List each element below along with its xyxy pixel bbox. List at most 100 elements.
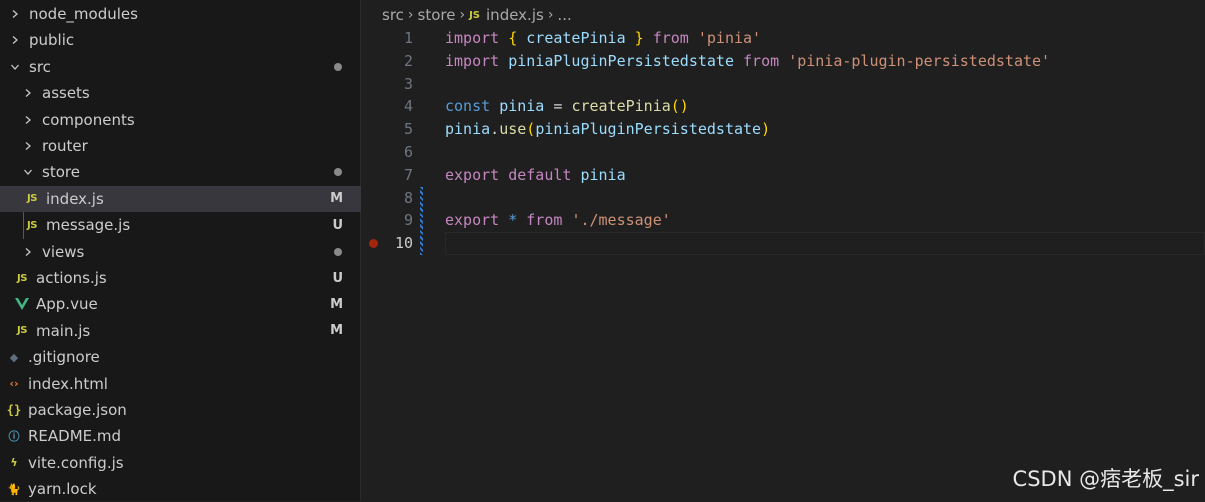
chevron-right-icon[interactable] <box>8 27 22 53</box>
explorer-item-readme-md[interactable]: ⓘ README.md <box>0 423 361 449</box>
line-number: 7 <box>403 165 413 184</box>
code-token: pinia <box>445 120 491 139</box>
explorer-item-label: src <box>29 57 51 76</box>
breadcrumb-src[interactable]: src <box>382 6 404 24</box>
info-icon: ⓘ <box>8 430 20 444</box>
line-number: 10 <box>394 234 413 253</box>
explorer-item-actions-js[interactable]: JS actions.js U <box>0 265 361 291</box>
explorer-item-label: assets <box>42 84 90 103</box>
code-token: createPinia <box>526 29 626 47</box>
explorer-item-gitignore[interactable]: ◆ .gitignore <box>0 344 361 370</box>
js-icon: JS <box>27 193 37 205</box>
code-token: from <box>743 51 780 70</box>
explorer-item-index-js[interactable]: JS index.js M <box>0 185 361 212</box>
code-text: export * from './message' <box>445 209 671 232</box>
chevron-right-icon: › <box>547 7 554 23</box>
explorer-item-package-json[interactable]: {} package.json <box>0 397 361 423</box>
code-line[interactable]: 4 const pinia = createPinia() <box>362 95 1205 118</box>
git-status-badge: M <box>330 191 343 207</box>
code-token: './message' <box>571 211 671 230</box>
code-text: import piniaPluginPersistedstate from 'p… <box>445 50 1050 73</box>
code-token: 'pinia' <box>697 29 762 47</box>
code-text: import { createPinia } from 'pinia' <box>445 27 761 50</box>
explorer-item-public[interactable]: public <box>0 27 361 53</box>
code-token: default <box>508 165 572 184</box>
code-line[interactable]: 2 import piniaPluginPersistedstate from '… <box>362 50 1205 73</box>
modified-dot-icon <box>334 168 342 177</box>
explorer-item-label: public <box>29 31 75 50</box>
html-icon: ‹› <box>9 377 19 391</box>
breadcrumb: src › store › JS index.js › ... <box>382 3 572 27</box>
line-number: 9 <box>403 211 413 230</box>
code-line[interactable]: 7 export default pinia <box>362 164 1205 187</box>
breadcrumb-store[interactable]: store <box>418 6 456 24</box>
explorer-sidebar: node_modulespublic src assets components rou… <box>0 0 361 501</box>
code-token: import <box>445 51 500 70</box>
breadcrumb-symbol[interactable]: ... <box>557 6 571 24</box>
watermark: CSDN @痞老板_sir <box>1012 467 1199 491</box>
vue-icon <box>14 298 30 311</box>
code-token: () <box>670 97 689 116</box>
explorer-item-label: index.html <box>28 374 108 393</box>
explorer-item-store[interactable]: store <box>0 159 361 185</box>
code-token: export <box>445 211 500 230</box>
explorer-item-components[interactable]: components <box>0 107 361 133</box>
explorer-item-yarn-lock[interactable]: 🐈 yarn.lock <box>0 476 361 502</box>
explorer-item-label: index.js <box>46 189 104 208</box>
explorer-item-app-vue[interactable]: App.vue M <box>0 291 361 317</box>
chevron-right-icon: › <box>407 7 414 23</box>
code-line[interactable]: 5 pinia.use(piniaPluginPersistedstate) <box>362 118 1205 141</box>
chevron-right-icon: › <box>459 7 466 23</box>
code-line[interactable]: 1 import { createPinia } from 'pinia' <box>362 27 1205 50</box>
chevron-right-icon[interactable] <box>21 107 35 133</box>
explorer-item-message-js[interactable]: JS message.js U <box>0 212 361 238</box>
git-status-badge: M <box>330 296 343 312</box>
explorer-item-vite-config-js[interactable]: ϟ vite.config.js <box>0 450 361 476</box>
explorer-item-index-html[interactable]: ‹› index.html <box>0 371 361 397</box>
chevron-right-icon[interactable] <box>21 133 35 159</box>
code-token: pinia <box>499 97 545 116</box>
chevron-right-icon[interactable] <box>21 80 35 106</box>
code-editor[interactable]: 1 import { createPinia } from 'pinia' 2 imp… <box>362 26 1205 501</box>
line-number: 5 <box>403 120 413 139</box>
code-token: = <box>544 97 572 116</box>
chevron-right-icon[interactable] <box>8 1 22 27</box>
code-line[interactable]: 8 <box>362 187 1205 210</box>
explorer-item-label: main.js <box>36 321 91 340</box>
line-number: 3 <box>403 74 413 93</box>
code-token: ) <box>761 120 771 139</box>
code-line[interactable]: 10 <box>362 232 1205 256</box>
chevron-right-icon[interactable] <box>21 239 35 265</box>
chevron-down-icon[interactable] <box>21 159 35 185</box>
code-token: . <box>490 120 500 139</box>
code-token: createPinia <box>571 97 671 116</box>
explorer-item-label: router <box>42 137 88 155</box>
code-text: const pinia = createPinia() <box>445 95 689 118</box>
code-line[interactable]: 9 export * from './message' <box>362 209 1205 232</box>
explorer-item-router[interactable]: router <box>0 133 361 159</box>
line-number: 1 <box>403 29 413 47</box>
breadcrumb-file[interactable]: index.js <box>486 6 544 24</box>
explorer-item-main-js[interactable]: JS main.js M <box>0 318 361 344</box>
explorer-item-assets[interactable]: assets <box>0 80 361 106</box>
explorer-item-views[interactable]: views <box>0 239 361 265</box>
git-status-badge: U <box>332 270 343 286</box>
code-line[interactable]: 6 <box>362 141 1205 164</box>
code-line[interactable]: 3 <box>362 73 1205 96</box>
chevron-down-icon[interactable] <box>8 54 22 80</box>
explorer-item-label: views <box>42 242 85 261</box>
js-icon: JS <box>27 219 37 231</box>
explorer-item-label: node_modules <box>29 5 138 23</box>
current-line-highlight <box>445 232 1205 256</box>
explorer-item-src[interactable]: src <box>0 54 361 80</box>
line-number: 6 <box>403 143 413 161</box>
line-number: 4 <box>403 97 413 116</box>
explorer-item-node-modules[interactable]: node_modules <box>0 1 361 27</box>
